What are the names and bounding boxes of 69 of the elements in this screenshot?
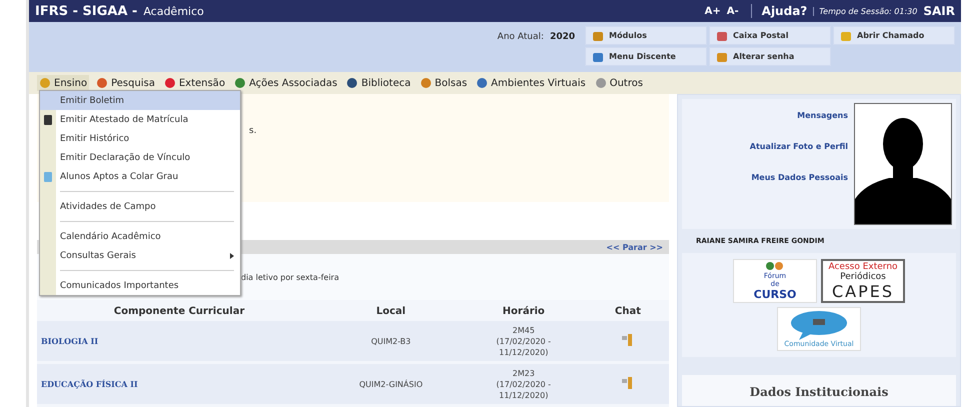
note-text: dia letivo por sexta-feira	[241, 272, 339, 282]
shortcut-icon	[840, 30, 852, 42]
profile-link[interactable]: Atualizar Foto e Perfil	[750, 142, 848, 151]
column-header: Componente Curricular	[37, 300, 322, 321]
menu-item[interactable]: Extensão	[162, 75, 228, 91]
profile-link[interactable]: Meus Dados Pessoais	[751, 173, 848, 182]
dropdown-item[interactable]: Emitir Atestado de Matrícula	[40, 110, 240, 129]
device-icon	[43, 114, 53, 126]
people-icon	[765, 262, 785, 272]
shortcut-icon	[592, 50, 604, 62]
table-cell: QUIM2-GINÁSIO	[321, 362, 460, 406]
shortcut-button[interactable]: Alterar senha	[709, 47, 831, 66]
menu-item[interactable]: Pesquisa	[94, 75, 157, 91]
shortcut-icon	[716, 50, 728, 62]
module-name: Acadêmico	[143, 4, 204, 18]
menu-icon	[164, 77, 176, 89]
dropdown-item[interactable]: Comunicados Importantes	[40, 276, 240, 295]
dropdown-item[interactable]: Emitir Histórico	[40, 129, 240, 148]
menu-icon	[39, 77, 51, 89]
logout-link[interactable]: SAIR	[923, 4, 955, 18]
system-title: IFRS - SIGAA -	[35, 4, 138, 18]
submenu-arrow-icon	[230, 252, 234, 258]
menu-icon	[420, 77, 432, 89]
menu-item[interactable]: Outros	[592, 75, 645, 91]
column-header: Chat	[586, 300, 669, 321]
font-decrease-link[interactable]: A-	[726, 6, 739, 16]
dropdown-item[interactable]: Emitir Boletim	[40, 91, 240, 110]
speech-bubble-icon	[789, 310, 849, 340]
year-label: Ano Atual:	[497, 32, 544, 42]
menu-icon	[476, 77, 488, 89]
menu-item[interactable]: Bolsas	[418, 75, 470, 91]
shortcut-button[interactable]: Módulos	[585, 26, 707, 45]
column-header: Local	[321, 300, 460, 321]
menu-icon	[346, 77, 358, 89]
chat-icon[interactable]	[620, 332, 635, 346]
shortcut-icon	[592, 30, 604, 42]
chat-icon[interactable]	[620, 376, 635, 390]
card-icon	[43, 170, 53, 182]
notice-text: s.	[249, 126, 257, 136]
column-header: Horário	[460, 300, 587, 321]
table-cell: 2M23 (17/02/2020 - 11/12/2020)	[460, 362, 587, 406]
table-cell: QUIM2-B3	[321, 321, 460, 362]
pause-link[interactable]: << Parar >>	[606, 242, 663, 252]
course-link[interactable]: EDUCAÇÃO FÍSICA II	[41, 379, 138, 389]
portal-badge[interactable]: Acesso Externo Periódicos CAPES	[821, 259, 905, 303]
font-increase-link[interactable]: A+	[704, 6, 721, 16]
dropdown-item[interactable]: Atividades de Campo	[40, 197, 240, 216]
shortcut-button[interactable]: Caixa Postal	[709, 26, 831, 45]
dropdown-item[interactable]: Alunos Aptos a Colar Grau	[40, 167, 240, 186]
menu-item[interactable]: Ensino	[37, 75, 90, 91]
menu-icon	[594, 77, 607, 89]
menu-icon	[96, 77, 108, 89]
shortcut-button[interactable]: Abrir Chamado	[833, 26, 955, 45]
menu-icon	[234, 77, 246, 89]
year-value: 2020	[550, 32, 575, 42]
dropdown-item[interactable]: Emitir Declaração de Vínculo	[40, 148, 240, 167]
course-link[interactable]: BIOLOGIA II	[41, 336, 98, 346]
section-title: Dados Institucionais	[750, 385, 888, 399]
help-link[interactable]: Ajuda?	[750, 4, 808, 18]
session-timer: Tempo de Sessão: 01:30	[813, 6, 918, 16]
menu-item[interactable]: Ações Associadas	[232, 75, 340, 91]
dropdown-item[interactable]: Consultas Gerais	[40, 246, 240, 265]
profile-link[interactable]: Mensagens	[797, 111, 848, 120]
menu-item[interactable]: Biblioteca	[344, 75, 413, 91]
shortcut-icon	[716, 30, 728, 42]
dropdown-item[interactable]: Calendário Acadêmico	[40, 227, 240, 246]
menu-item[interactable]: Ambientes Virtuais	[474, 75, 588, 91]
table-cell: 2M45 (17/02/2020 - 11/12/2020)	[460, 321, 587, 362]
shortcut-button[interactable]: Menu Discente	[585, 47, 707, 66]
